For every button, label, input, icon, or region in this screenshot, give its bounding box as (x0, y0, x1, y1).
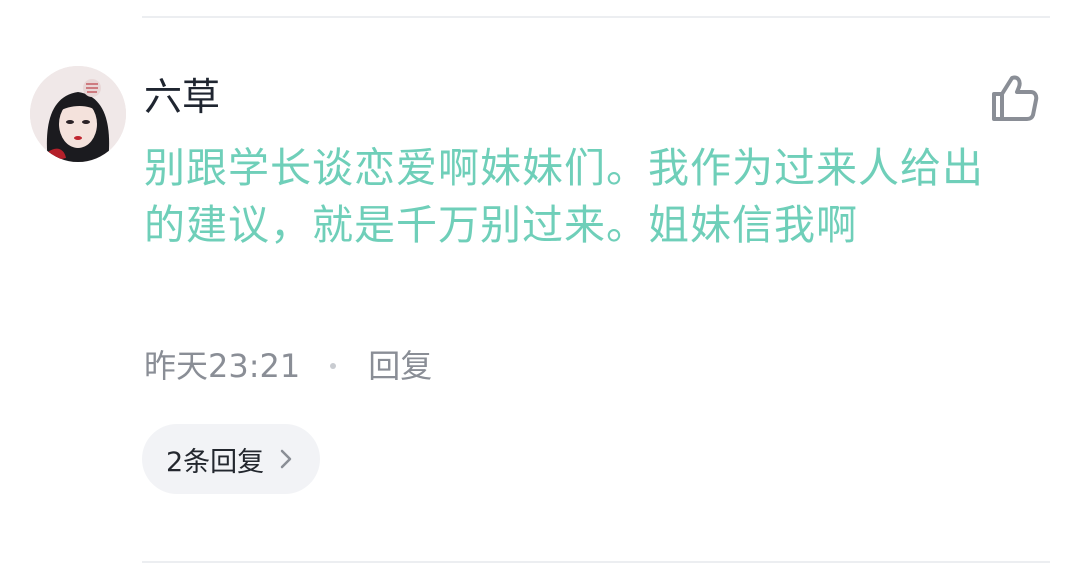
replies-count-label: 2条回复 (166, 446, 265, 478)
avatar[interactable] (30, 66, 126, 162)
bottom-divider (142, 561, 1050, 563)
chevron-right-icon (280, 449, 292, 469)
avatar-image (30, 66, 126, 162)
comment-meta: 昨天23:21 回复 (144, 344, 432, 388)
thumbs-up-icon (992, 75, 1039, 121)
separator-dot (330, 363, 337, 369)
username[interactable]: 六草 (144, 72, 220, 122)
view-replies-button[interactable]: 2条回复 (142, 424, 321, 494)
comment-text: 别跟学长谈恋爱啊妹妹们。我作为过来人给出的建议，就是千万别过来。姐妹信我啊 (144, 144, 984, 249)
timestamp: 昨天23:21 (144, 347, 301, 385)
reply-button[interactable]: 回复 (368, 344, 432, 388)
top-divider (142, 16, 1050, 18)
like-button[interactable] (990, 72, 1040, 124)
